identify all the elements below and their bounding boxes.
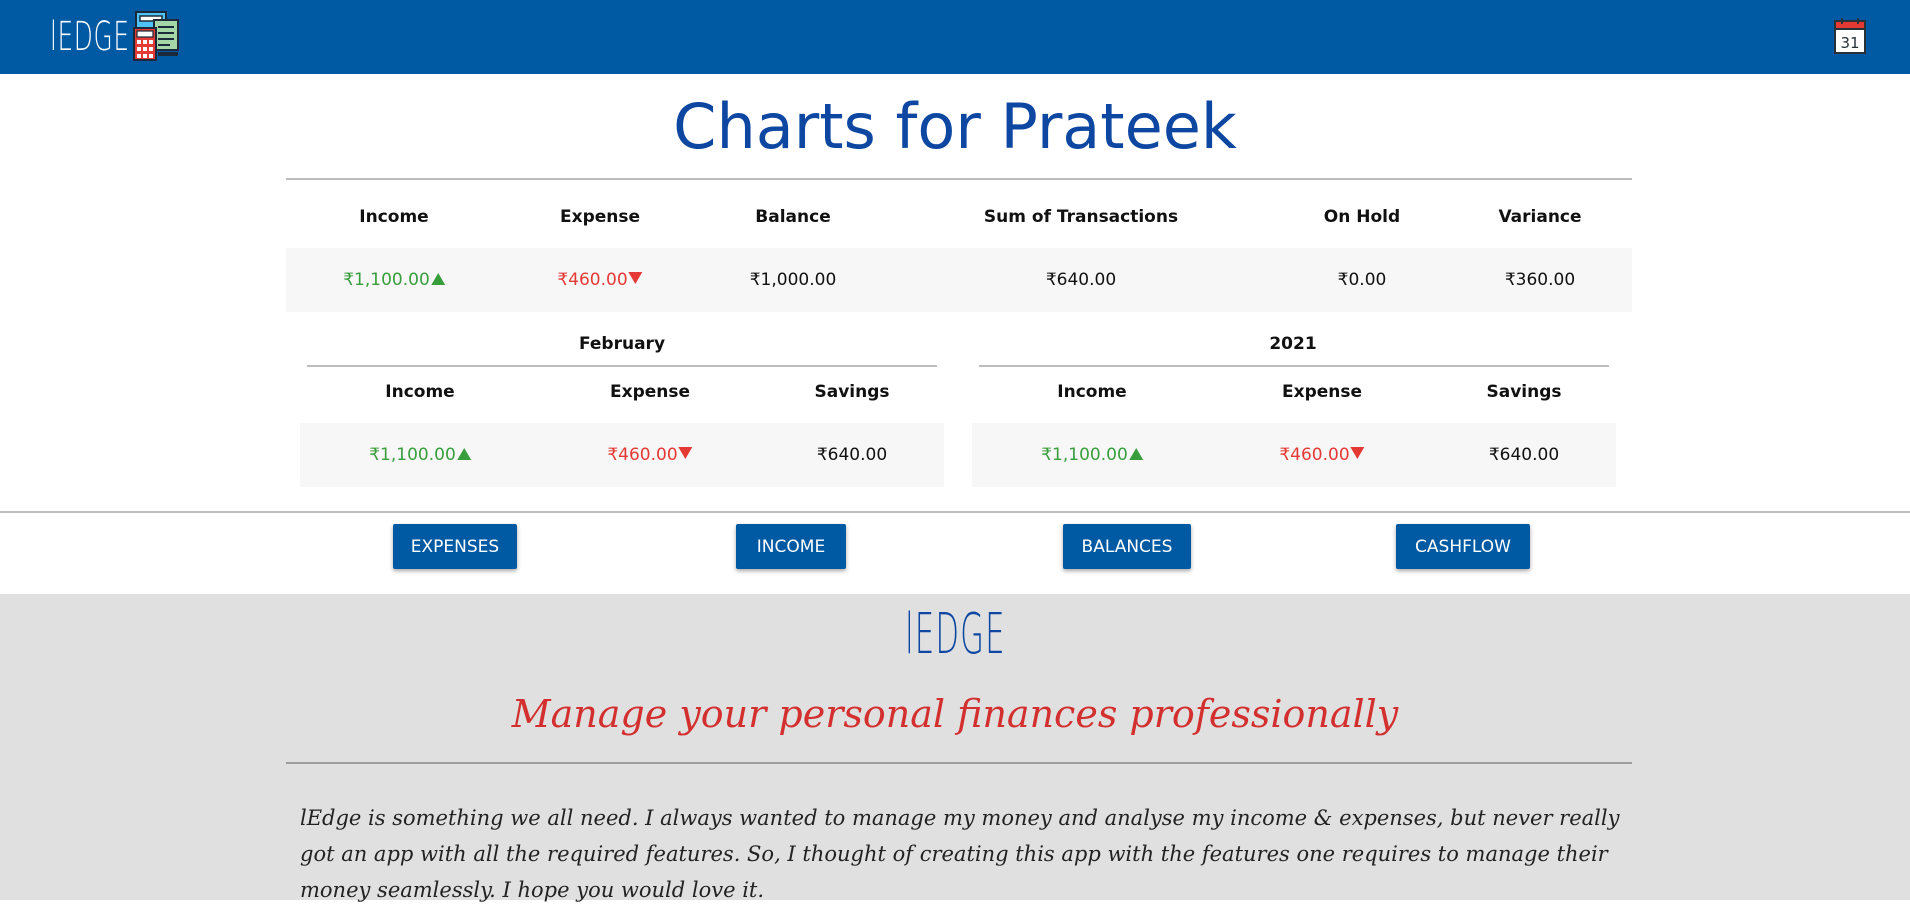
monthly-savings-value: ₹640.00 xyxy=(816,445,888,465)
monthly-value-row: ₹1,100.00 ₹460.00 ₹640.00 xyxy=(300,423,944,487)
yearly-header-expense: Expense xyxy=(1281,382,1363,402)
yearly-table: Income Expense Savings ₹1,100.00 ₹460.00… xyxy=(972,367,1616,487)
yearly-expense-cell: ₹460.00 xyxy=(1279,445,1365,465)
footer-brand: lEDGE xyxy=(0,602,1910,667)
summary-income-cell: ₹1,100.00 xyxy=(343,270,445,290)
summary-header-income: Income xyxy=(359,207,429,227)
footer-brand-text: lEDGE xyxy=(904,602,1006,667)
monthly-header-income: Income xyxy=(385,382,455,402)
yearly-income-value: ₹1,100.00 xyxy=(1041,445,1128,465)
up-arrow-icon xyxy=(430,273,445,285)
brand-text: lEDGE xyxy=(50,14,130,60)
summary-header-expense: Expense xyxy=(559,207,641,227)
calendar-day: 31 xyxy=(1840,34,1859,52)
summary-sum-of-transactions-value: ₹640.00 xyxy=(1045,270,1117,290)
brand-logo[interactable]: lEDGE xyxy=(50,10,179,64)
down-arrow-icon xyxy=(678,447,693,459)
summary-header-balance: Balance xyxy=(755,207,831,227)
yearly-header-savings: Savings xyxy=(1486,382,1562,402)
yearly-header-row: Income Expense Savings xyxy=(972,367,1616,423)
summary-header-variance: Variance xyxy=(1498,207,1582,227)
calculator-ledger-icon xyxy=(133,11,179,61)
summary-header-row: Income Expense Balance Sum of Transactio… xyxy=(286,180,1632,248)
footer: lEDGE Manage your personal finances prof… xyxy=(0,594,1910,902)
down-arrow-icon xyxy=(628,272,643,284)
summary-header-on-hold: On Hold xyxy=(1323,207,1401,227)
calendar-icon[interactable]: 31 xyxy=(1834,18,1866,54)
summary-expense-cell: ₹460.00 xyxy=(557,270,643,290)
yearly-expense-value: ₹460.00 xyxy=(1279,445,1350,465)
summary-variance-value: ₹360.00 xyxy=(1504,270,1576,290)
yearly-income-cell: ₹1,100.00 xyxy=(1041,445,1143,465)
monthly-income-value: ₹1,100.00 xyxy=(369,445,456,465)
monthly-table: Income Expense Savings ₹1,100.00 ₹460.00… xyxy=(300,367,944,487)
monthly-header-savings: Savings xyxy=(814,382,890,402)
about-text: lEdge is something we all need. I always… xyxy=(300,806,1620,902)
monthly-header-row: Income Expense Savings xyxy=(300,367,944,423)
yearly-title: 2021 xyxy=(1269,334,1317,354)
summary-expense-value: ₹460.00 xyxy=(557,270,628,290)
summary-on-hold-value: ₹0.00 xyxy=(1337,270,1387,290)
summary-header-sum-of-transactions: Sum of Transactions xyxy=(983,207,1179,227)
summary-table: Income Expense Balance Sum of Transactio… xyxy=(286,180,1632,312)
summary-income-value: ₹1,100.00 xyxy=(343,270,430,290)
up-arrow-icon xyxy=(456,448,471,460)
footer-divider xyxy=(286,762,1632,764)
monthly-title: February xyxy=(578,334,666,354)
up-arrow-icon xyxy=(1128,448,1143,460)
yearly-header-income: Income xyxy=(1057,382,1127,402)
yearly-value-row: ₹1,100.00 ₹460.00 ₹640.00 xyxy=(972,423,1616,487)
summary-balance-value: ₹1,000.00 xyxy=(749,270,837,290)
section-divider xyxy=(0,511,1910,513)
expenses-button[interactable]: Expenses xyxy=(393,524,517,569)
monthly-header-expense: Expense xyxy=(609,382,691,402)
navbar: lEDGE 31 xyxy=(0,0,1910,74)
down-arrow-icon xyxy=(1350,447,1365,459)
balances-button[interactable]: Balances xyxy=(1063,524,1191,569)
monthly-expense-value: ₹460.00 xyxy=(607,445,678,465)
footer-tagline: Manage your personal finances profession… xyxy=(511,692,1399,736)
summary-value-row: ₹1,100.00 ₹460.00 ₹1,000.00 ₹640.00 ₹0.0… xyxy=(286,248,1632,312)
page-title: Charts for Prateek xyxy=(673,90,1237,163)
monthly-expense-cell: ₹460.00 xyxy=(607,445,693,465)
monthly-income-cell: ₹1,100.00 xyxy=(369,445,471,465)
income-button[interactable]: Income xyxy=(736,524,846,569)
yearly-savings-value: ₹640.00 xyxy=(1488,445,1560,465)
cashflow-button[interactable]: Cashflow xyxy=(1396,524,1530,569)
